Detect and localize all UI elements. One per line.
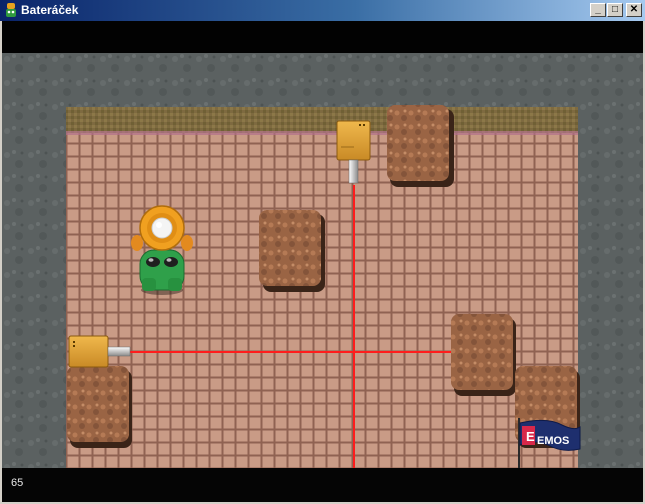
close-icon: ✕ — [629, 4, 639, 15]
stone-block — [259, 210, 325, 292]
close-button[interactable]: ✕ — [626, 3, 642, 17]
game-playfield[interactable]: E EMOS — [2, 53, 643, 468]
game-window: Bateráček _ □ ✕ E EMOS 65 — [0, 0, 645, 504]
strip-edge — [66, 131, 578, 135]
move-counter: 65 — [11, 477, 24, 489]
window-title: Bateráček — [21, 3, 79, 17]
minimize-icon: _ — [595, 4, 601, 15]
svg-text:E: E — [526, 429, 535, 444]
top-black-bar — [2, 21, 643, 53]
stone-block — [387, 105, 454, 187]
floor-top-strip — [66, 107, 578, 133]
stone-block — [451, 314, 516, 396]
minimize-button[interactable]: _ — [590, 3, 606, 17]
stone-block — [67, 366, 132, 448]
title-bar[interactable]: Bateráček _ □ ✕ — [0, 0, 645, 21]
client-area: E EMOS 65 — [2, 21, 643, 502]
robot-app-icon — [6, 3, 16, 17]
maximize-icon: □ — [611, 4, 619, 15]
maximize-button[interactable]: □ — [607, 3, 623, 17]
status-bar: 65 — [2, 468, 643, 502]
flag-label: EMOS — [537, 435, 569, 447]
